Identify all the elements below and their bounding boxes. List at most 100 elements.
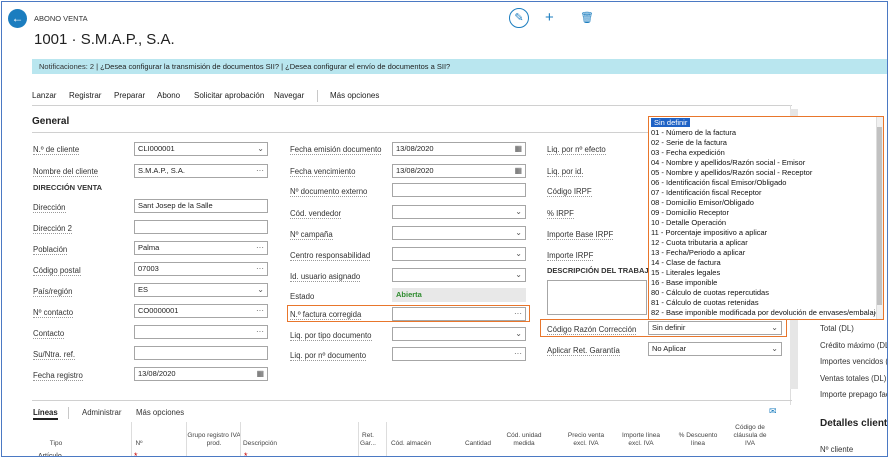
fecha-venc-field[interactable]: 13/08/2020 ▦ bbox=[392, 164, 526, 178]
chevron-down-icon[interactable]: ⌄ bbox=[515, 269, 522, 281]
campana-field[interactable]: ⌄ bbox=[392, 226, 526, 240]
menu-registrar[interactable]: Registrar bbox=[69, 91, 101, 100]
option-13[interactable]: 13 - Fecha/Periodo a aplicar bbox=[651, 248, 745, 257]
doc-externo-field[interactable] bbox=[392, 183, 526, 197]
option-04[interactable]: 04 - Nombre y apellidos/Razón social - E… bbox=[651, 158, 805, 167]
fecha-emision-field[interactable]: 13/08/2020 ▦ bbox=[392, 142, 526, 156]
option-11[interactable]: 11 - Porcentaje impositivo a aplicar bbox=[651, 228, 767, 237]
option-12[interactable]: 12 - Cuota tributaria a aplicar bbox=[651, 238, 748, 247]
col-descuento: % Descuento línea bbox=[678, 432, 718, 447]
section-general-title[interactable]: General bbox=[32, 116, 69, 127]
usuario-field[interactable]: ⌄ bbox=[392, 268, 526, 282]
col-importe-linea: Importe línea excl. IVA bbox=[622, 432, 660, 447]
col-almacen: Cód. almacén bbox=[390, 440, 432, 447]
fecha-registro-field[interactable]: 13/08/2020 ▦ bbox=[134, 367, 268, 381]
vendedor-label: Cód. vendedor bbox=[290, 209, 342, 219]
direccion-field[interactable]: Sant Josep de la Salle bbox=[134, 199, 268, 213]
razon-select[interactable]: Sin definir ⌄ bbox=[648, 321, 782, 335]
dropdown-scrollbar[interactable] bbox=[876, 117, 883, 319]
pais-value: ES bbox=[138, 285, 149, 294]
razon-dropdown-list[interactable]: Sin definir 01 - Número de la factura 02… bbox=[648, 116, 884, 320]
back-button[interactable]: ← bbox=[8, 9, 27, 28]
delete-icon[interactable]: 🗑 bbox=[580, 11, 594, 24]
chevron-down-icon[interactable]: ⌄ bbox=[515, 206, 522, 218]
edit-icon[interactable]: ✎ bbox=[509, 8, 529, 28]
ellipsis-icon[interactable]: ··· bbox=[514, 308, 522, 320]
option-14[interactable]: 14 - Clase de factura bbox=[651, 258, 721, 267]
tab-administrar[interactable]: Administrar bbox=[82, 408, 121, 417]
ellipsis-icon[interactable]: ··· bbox=[256, 326, 264, 338]
option-81[interactable]: 81 - Cálculo de cuotas retenidas bbox=[651, 298, 759, 307]
liq-tipo-field[interactable]: ⌄ bbox=[392, 327, 526, 341]
cp-field[interactable]: 07003 ··· bbox=[134, 262, 268, 276]
option-sin-definir[interactable]: Sin definir bbox=[651, 118, 691, 127]
option-08[interactable]: 08 - Domicilio Emisor/Obligado bbox=[651, 198, 754, 207]
menu-lanzar[interactable]: Lanzar bbox=[32, 91, 56, 100]
option-01[interactable]: 01 - Número de la factura bbox=[651, 128, 736, 137]
poblacion-field[interactable]: Palma ··· bbox=[134, 241, 268, 255]
option-05[interactable]: 05 - Nombre y apellidos/Razón social - R… bbox=[651, 168, 812, 177]
calendar-icon[interactable]: ▦ bbox=[514, 165, 522, 177]
ellipsis-icon[interactable]: ··· bbox=[256, 305, 264, 317]
fecha-emision-value: 13/08/2020 bbox=[396, 144, 434, 153]
expand-icon[interactable]: ✉ bbox=[769, 406, 777, 417]
contacto-no-field[interactable]: CO0000001 ··· bbox=[134, 304, 268, 318]
menu-abono[interactable]: Abono bbox=[157, 91, 180, 100]
ellipsis-icon[interactable]: ··· bbox=[256, 263, 264, 275]
cliente-no-field[interactable]: CLI000001 ⌄ bbox=[134, 142, 268, 156]
tab-mas-opciones[interactable]: Más opciones bbox=[136, 408, 184, 417]
factura-corr-field[interactable]: ··· bbox=[392, 307, 526, 321]
garantia-value: No Aplicar bbox=[652, 344, 687, 353]
option-15[interactable]: 15 - Literales legales bbox=[651, 268, 720, 277]
garantia-select[interactable]: No Aplicar ⌄ bbox=[648, 342, 782, 356]
col-grupo-iva: Grupo registro IVA prod. bbox=[187, 432, 241, 447]
ellipsis-icon[interactable]: ··· bbox=[256, 165, 264, 177]
option-03[interactable]: 03 - Fecha expedición bbox=[651, 148, 725, 157]
tab-lineas[interactable]: Líneas bbox=[33, 408, 58, 420]
descripcion-trabajo-field[interactable] bbox=[547, 280, 647, 315]
menu-solicitar-aprobacion[interactable]: Solicitar aprobación bbox=[194, 91, 264, 100]
page-type: ABONO VENTA bbox=[34, 14, 88, 23]
ellipsis-icon[interactable]: ··· bbox=[514, 348, 522, 360]
option-80[interactable]: 80 - Cálculo de cuotas repercutidas bbox=[651, 288, 769, 297]
menu-navegar[interactable]: Navegar bbox=[274, 91, 304, 100]
irpf-pct-label: % IRPF bbox=[547, 209, 574, 219]
cp-value: 07003 bbox=[138, 264, 159, 273]
chevron-down-icon[interactable]: ⌄ bbox=[515, 328, 522, 340]
direccion-label: Dirección bbox=[33, 203, 66, 213]
first-row-type[interactable]: Artículo bbox=[38, 453, 62, 456]
nombre-cliente-field[interactable]: S.M.A.P., S.A. ··· bbox=[134, 164, 268, 178]
chevron-down-icon[interactable]: ⌄ bbox=[257, 284, 264, 296]
su-ref-label: Su/Ntra. ref. bbox=[33, 350, 76, 360]
chevron-down-icon[interactable]: ⌄ bbox=[257, 143, 264, 155]
chevron-down-icon[interactable]: ⌄ bbox=[771, 343, 778, 355]
option-07[interactable]: 07 - Identificación fiscal Receptor bbox=[651, 188, 761, 197]
dropdown-scroll-thumb[interactable] bbox=[877, 127, 882, 305]
option-16[interactable]: 16 - Base imponible bbox=[651, 278, 717, 287]
notification-count[interactable]: Notificaciones: 2 bbox=[39, 62, 94, 71]
pais-field[interactable]: ES ⌄ bbox=[134, 283, 268, 297]
chevron-down-icon[interactable]: ⌄ bbox=[515, 227, 522, 239]
ellipsis-icon[interactable]: ··· bbox=[256, 242, 264, 254]
notification-text[interactable]: | ¿Desea configurar la transmisión de do… bbox=[96, 62, 450, 71]
liq-no-field[interactable]: ··· bbox=[392, 347, 526, 361]
menu-preparar[interactable]: Preparar bbox=[114, 91, 145, 100]
new-icon[interactable]: + bbox=[545, 9, 554, 27]
option-82[interactable]: 82 - Base imponible modificada por devol… bbox=[651, 308, 883, 317]
menu-mas-opciones[interactable]: Más opciones bbox=[330, 91, 379, 100]
vendedor-field[interactable]: ⌄ bbox=[392, 205, 526, 219]
option-10[interactable]: 10 - Detalle Operación bbox=[651, 218, 726, 227]
chevron-down-icon[interactable]: ⌄ bbox=[515, 248, 522, 260]
direccion2-field[interactable] bbox=[134, 220, 268, 234]
chevron-down-icon[interactable]: ⌄ bbox=[771, 322, 778, 334]
centro-field[interactable]: ⌄ bbox=[392, 247, 526, 261]
contacto-field[interactable]: ··· bbox=[134, 325, 268, 339]
option-09[interactable]: 09 - Domicilio Receptor bbox=[651, 208, 729, 217]
calendar-icon[interactable]: ▦ bbox=[514, 143, 522, 155]
razon-label: Código Razón Corrección bbox=[547, 325, 637, 335]
option-02[interactable]: 02 - Serie de la factura bbox=[651, 138, 727, 147]
su-ref-field[interactable] bbox=[134, 346, 268, 360]
detalles-cliente-title[interactable]: Detalles cliente bbox=[820, 418, 887, 429]
option-06[interactable]: 06 - Identificación fiscal Emisor/Obliga… bbox=[651, 178, 786, 187]
calendar-icon[interactable]: ▦ bbox=[256, 368, 264, 380]
